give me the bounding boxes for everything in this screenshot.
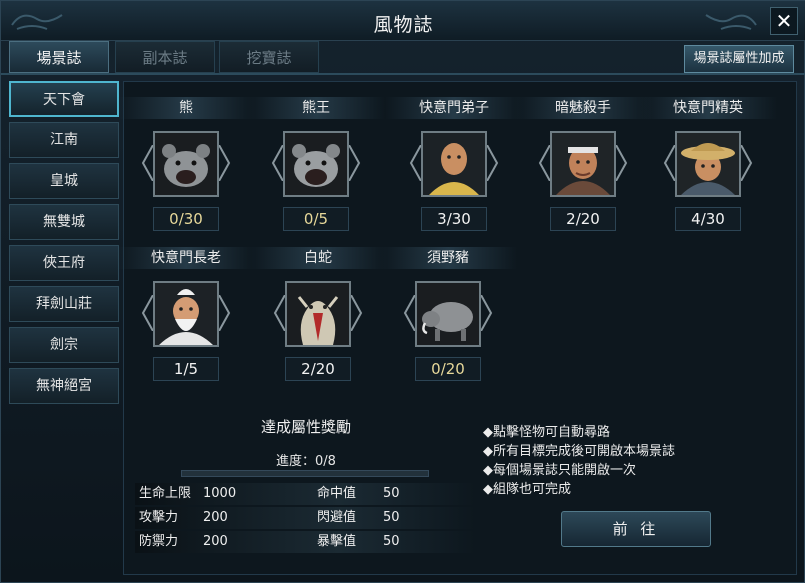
monster-name: 快意門精英 <box>639 97 777 119</box>
tab-divider <box>1 73 805 75</box>
white-snake-icon <box>285 281 351 347</box>
monster-count: 0/5 <box>283 207 349 231</box>
monster-count: 2/20 <box>550 207 616 231</box>
assassin-icon <box>550 131 616 197</box>
monster-portrait[interactable] <box>663 131 753 201</box>
tips-list: ◆點擊怪物可自動尋路 ◆所有目標完成後可開啟本場景誌 ◆每個場景誌只能開啟一次 … <box>483 423 783 499</box>
sidebar-item-baijianshanzhuang[interactable]: 拜劍山莊 <box>9 286 119 322</box>
monster-count: 1/5 <box>153 357 219 381</box>
monster-portrait[interactable] <box>141 131 231 201</box>
monster-card: 快意門精英 4/30 <box>639 97 777 237</box>
sidebar-item-jiangnan[interactable]: 江南 <box>9 122 119 158</box>
disciple-icon <box>421 131 487 197</box>
close-button[interactable]: ✕ <box>770 7 798 35</box>
sidebar-item-huangcheng[interactable]: 皇城 <box>9 163 119 199</box>
monster-portrait[interactable] <box>403 281 493 351</box>
monster-card: 須野豬 0/20 <box>379 247 517 387</box>
frame-right-arrow <box>348 145 361 181</box>
tip-item: ◆點擊怪物可自動尋路 <box>483 425 610 440</box>
tab-dungeon[interactable]: 副本誌 <box>115 41 215 73</box>
frame-right-arrow <box>486 145 499 181</box>
frame-right-arrow <box>218 145 231 181</box>
scene-bonus-button[interactable]: 場景誌屬性加成 <box>684 45 794 73</box>
stat-value: 50 <box>383 534 400 549</box>
monster-name: 須野豬 <box>379 247 517 269</box>
monster-name: 快意門長老 <box>117 247 255 269</box>
stat-row: 防禦力 200 暴擊值 50 <box>135 531 475 553</box>
stat-value: 200 <box>203 534 228 549</box>
stat-row: 攻擊力 200 閃避值 50 <box>135 507 475 529</box>
frame-right-arrow <box>218 295 231 331</box>
tab-treasure[interactable]: 挖寶誌 <box>219 41 319 73</box>
stat-label: 命中值 <box>317 486 357 501</box>
monster-portrait[interactable] <box>538 131 628 201</box>
monster-portrait[interactable] <box>271 131 361 201</box>
monster-card: 快意門弟子 3/30 <box>385 97 523 237</box>
bear-icon <box>153 131 219 197</box>
bear-king-icon <box>283 131 349 197</box>
goto-button[interactable]: 前 往 <box>561 511 711 547</box>
window-title: 風物誌 <box>373 14 434 36</box>
frame-right-arrow <box>480 295 493 331</box>
elite-icon <box>675 131 741 197</box>
monster-count: 4/30 <box>675 207 741 231</box>
sidebar-item-wushenjuegong[interactable]: 無神絕宮 <box>9 368 119 404</box>
monster-name: 熊 <box>117 97 255 119</box>
sidebar-item-tianxiahui[interactable]: 天下會 <box>9 81 119 117</box>
stat-label: 暴擊值 <box>317 534 357 549</box>
reward-title: 達成屬性獎勵 <box>260 418 351 436</box>
stat-value: 1000 <box>203 486 237 501</box>
stat-row: 生命上限 1000 命中值 50 <box>135 483 475 505</box>
reward-section: 達成屬性獎勵 進度：0/8 <box>181 406 431 477</box>
sidebar-item-jianzong[interactable]: 劍宗 <box>9 327 119 363</box>
monster-name: 暗魅殺手 <box>514 97 652 119</box>
sidebar-item-wushuangcheng[interactable]: 無雙城 <box>9 204 119 240</box>
monster-portrait[interactable] <box>273 281 363 351</box>
tip-item: ◆每個場景誌只能開啟一次 <box>483 463 636 478</box>
bestiary-window: 風物誌 ✕ 場景誌 副本誌 挖寶誌 場景誌屬性加成 天下會 江南 皇城 無雙城 … <box>0 0 805 583</box>
monster-portrait[interactable] <box>141 281 231 351</box>
monster-card: 熊王 0/5 <box>247 97 385 237</box>
monster-count: 3/30 <box>421 207 487 231</box>
monster-name: 白蛇 <box>249 247 387 269</box>
frame-right-arrow <box>615 145 628 181</box>
wild-boar-icon <box>415 281 481 347</box>
stat-label: 防禦力 <box>139 534 179 549</box>
monster-card: 熊 0/30 <box>117 97 255 237</box>
stat-value: 50 <box>383 510 400 525</box>
monster-portrait[interactable] <box>409 131 499 201</box>
stat-value: 200 <box>203 510 228 525</box>
monster-card: 白蛇 2/20 <box>249 247 387 387</box>
monster-count: 0/30 <box>153 207 219 231</box>
frame-right-arrow <box>740 145 753 181</box>
title-bar[interactable]: 風物誌 ✕ <box>1 1 805 41</box>
monster-card: 暗魅殺手 2/20 <box>514 97 652 237</box>
tab-scene[interactable]: 場景誌 <box>9 41 109 73</box>
frame-right-arrow <box>350 295 363 331</box>
tip-item: ◆組隊也可完成 <box>483 482 571 497</box>
monster-count: 0/20 <box>415 357 481 381</box>
elder-icon <box>153 281 219 347</box>
stat-label: 攻擊力 <box>139 510 179 525</box>
stat-label: 閃避值 <box>317 510 357 525</box>
monster-card: 快意門長老 1/5 <box>117 247 255 387</box>
monster-name: 快意門弟子 <box>385 97 523 119</box>
tip-item: ◆所有目標完成後可開啟本場景誌 <box>483 444 675 459</box>
progress-label: 進度：0/8 <box>276 454 336 469</box>
monster-name: 熊王 <box>247 97 385 119</box>
stat-value: 50 <box>383 486 400 501</box>
stat-label: 生命上限 <box>139 486 192 501</box>
sidebar-item-xiawangfu[interactable]: 俠王府 <box>9 245 119 281</box>
monster-count: 2/20 <box>285 357 351 381</box>
progress-bar <box>181 470 429 477</box>
